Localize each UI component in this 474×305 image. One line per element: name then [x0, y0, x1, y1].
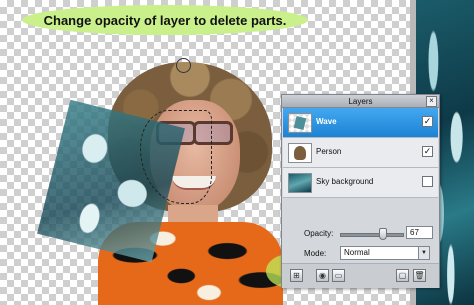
sky-thumbnail-icon [288, 173, 312, 193]
wave-thumbnail-icon [288, 113, 312, 133]
trash-icon[interactable]: 🗑 [413, 269, 426, 282]
chevron-down-icon[interactable]: ▼ [418, 247, 429, 259]
layer-name: Wave [316, 117, 337, 126]
layer-visibility-checkbox[interactable] [422, 176, 433, 187]
layer-row-sky-background[interactable]: Sky background [283, 168, 438, 198]
layers-panel-title: Layers [348, 96, 373, 106]
opacity-slider-track[interactable] [340, 233, 404, 237]
opacity-label: Opacity: [304, 229, 334, 238]
callout-text: Change opacity of layer to delete parts. [43, 12, 287, 28]
close-icon[interactable]: × [426, 96, 437, 107]
blend-mode-value: Normal [344, 248, 370, 257]
new-layer-icon[interactable]: ▢ [396, 269, 409, 282]
layer-name: Person [316, 147, 342, 156]
blend-mode-select[interactable]: Normal ▼ [340, 246, 430, 260]
layer-row-person[interactable]: Person ✓ [283, 138, 438, 168]
layer-style-icon[interactable]: ⊞ [290, 269, 303, 282]
layer-visibility-checkbox[interactable]: ✓ [422, 116, 433, 127]
layer-name: Sky background [316, 177, 374, 186]
instruction-callout: Change opacity of layer to delete parts. [22, 5, 308, 35]
opacity-slider-handle[interactable] [379, 228, 387, 240]
person-thumbnail-icon [288, 143, 312, 163]
folder-icon[interactable]: ▭ [332, 269, 345, 282]
layers-panel-titlebar[interactable]: Layers × [282, 95, 439, 108]
layers-panel: Layers × Wave ✓ Person ✓ Sky background … [281, 94, 440, 288]
mode-label: Mode: [304, 249, 327, 258]
layers-toolbar: ⊞ ◉ ▭ ▢ 🗑 [282, 263, 439, 288]
mask-icon[interactable]: ◉ [316, 269, 329, 282]
layer-row-wave[interactable]: Wave ✓ [283, 108, 438, 138]
opacity-input[interactable]: 67 [406, 226, 433, 239]
layer-visibility-checkbox[interactable]: ✓ [422, 146, 433, 157]
brush-cursor-icon [176, 58, 191, 73]
